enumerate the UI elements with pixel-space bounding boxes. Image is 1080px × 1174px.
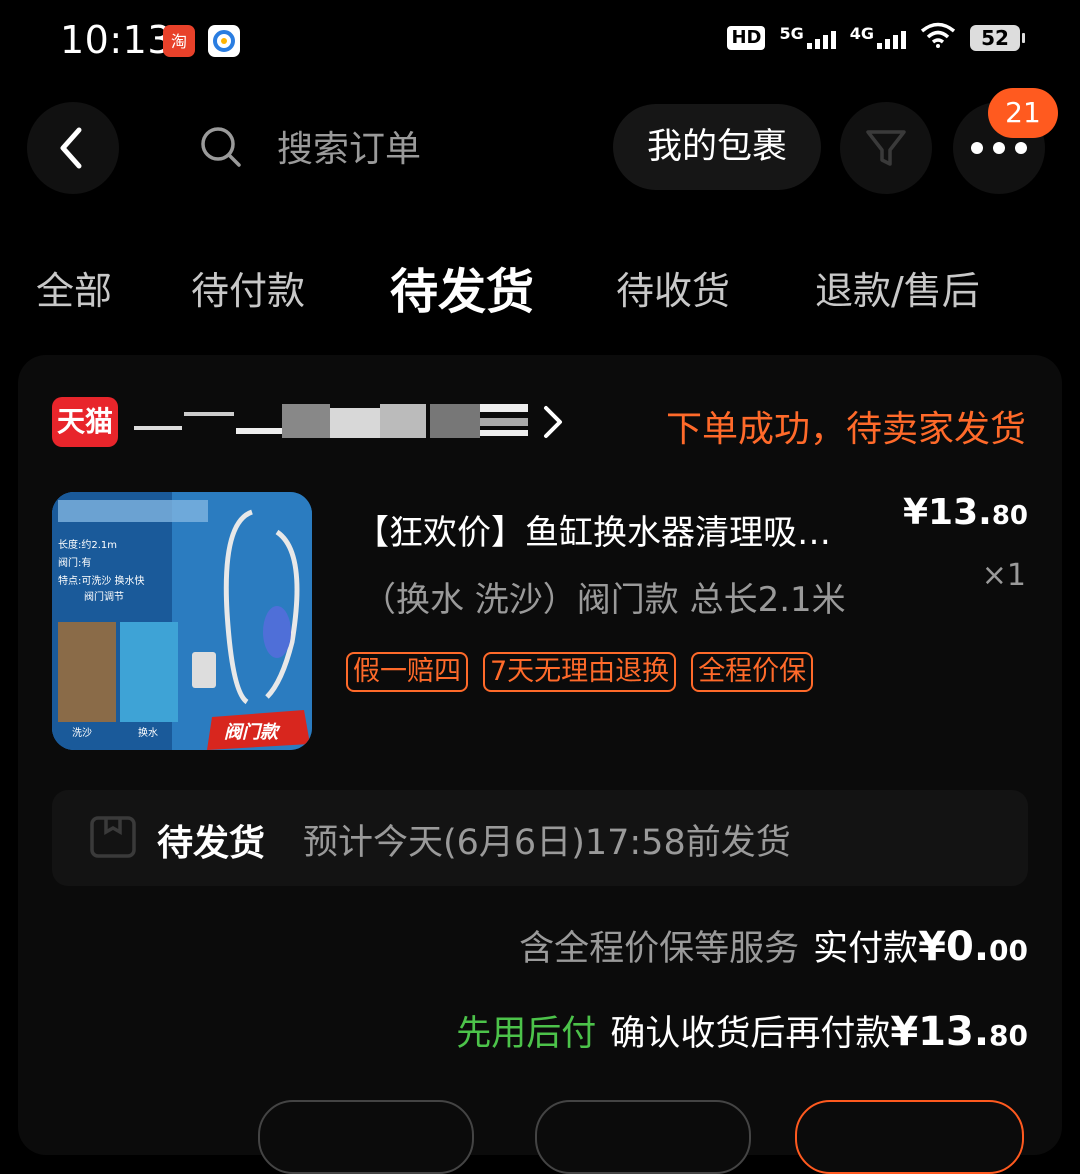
net1-label: 5G <box>779 23 804 43</box>
my-packages-button[interactable]: 我的包裹 <box>613 104 821 190</box>
service-tags: 假一赔四 7天无理由退换 全程价保 <box>346 652 814 692</box>
paid-main: ¥0. <box>918 924 990 970</box>
notification-badge: 21 <box>988 88 1058 138</box>
chevron-right-icon[interactable] <box>540 402 566 442</box>
battery-indicator: 52 <box>970 24 1025 51</box>
back-arrow-icon <box>60 127 82 169</box>
later-main: ¥13. <box>890 1009 990 1055</box>
price-cents: 80 <box>991 501 1028 531</box>
store-name-blurred[interactable] <box>132 400 532 442</box>
thumb-badge: 阀门款 <box>224 722 278 743</box>
service-note: 含全程价保等服务 <box>519 929 800 969</box>
tag-7day-return: 7天无理由退换 <box>483 652 677 692</box>
paid-cents: 00 <box>989 934 1028 967</box>
shipping-eta: 预计今天(6月6日)17:58前发货 <box>303 823 791 863</box>
tab-pending-payment[interactable]: 待付款 <box>191 260 305 315</box>
clock: 10:13 <box>60 18 173 62</box>
shipping-label: 待发货 <box>157 823 266 864</box>
product-qty: ×1 <box>981 558 1026 593</box>
tmall-badge: 天猫 <box>52 397 118 447</box>
price-main: ¥13. <box>902 492 992 533</box>
product-sku: （换水 洗沙）阀门款 总长2.1米 <box>362 580 846 620</box>
tab-pending-receipt[interactable]: 待收货 <box>616 260 730 315</box>
tag-fake-compensation: 假一赔四 <box>346 652 468 692</box>
pay-later-row: 先用后付 确认收货后再付款¥13.80 <box>456 1005 1028 1056</box>
pay-later-text: 确认收货后再付款 <box>610 1014 891 1054</box>
taobao-app-icon: 淘 <box>163 25 195 57</box>
thumb-change: 换水 <box>138 728 158 739</box>
svg-text:淘: 淘 <box>171 32 187 51</box>
pay-later-label: 先用后付 <box>456 1014 597 1054</box>
status-bar: 10:13 淘 HD 5G 4G 52 <box>0 0 1080 90</box>
product-price: ¥13.80 <box>903 492 1028 533</box>
back-button[interactable] <box>27 102 119 194</box>
thumb-feature: 特点:可洗沙 换水快 <box>58 576 145 587</box>
net2-label: 4G <box>849 23 874 43</box>
tab-all[interactable]: 全部 <box>36 260 112 315</box>
thumb-feature2: 阀门调节 <box>84 592 124 603</box>
payment-row: 含全程价保等服务 实付款¥0.00 <box>519 920 1028 971</box>
action-button-2[interactable] <box>535 1100 751 1174</box>
thumb-wash: 洗沙 <box>72 728 92 739</box>
signal-5g-icon: 5G <box>779 23 836 49</box>
action-button-1[interactable] <box>258 1100 474 1174</box>
app-notification-icon <box>208 25 240 57</box>
thumb-length: 长度:约2.1m <box>58 540 118 551</box>
order-status: 下单成功，待卖家发货 <box>665 409 1026 450</box>
paid-label: 实付款 <box>813 929 919 969</box>
paid-amount: ¥0.00 <box>918 924 1028 970</box>
tab-refund-aftersale[interactable]: 退款/售后 <box>815 260 980 315</box>
filter-icon <box>866 130 906 166</box>
search-icon <box>201 127 241 167</box>
order-tabs: 全部 待付款 待发货 待收货 退款/售后 <box>0 252 1080 322</box>
wifi-icon <box>920 22 956 53</box>
action-button-primary[interactable] <box>795 1100 1024 1174</box>
pay-later-amount: ¥13.80 <box>890 1009 1028 1055</box>
tab-pending-shipment[interactable]: 待发货 <box>390 252 534 322</box>
signal-4g-icon: 4G <box>849 23 906 49</box>
product-title[interactable]: 【狂欢价】鱼缸换水器清理吸… <box>355 505 915 554</box>
later-cents: 80 <box>989 1019 1028 1052</box>
hd-badge: HD <box>727 25 766 50</box>
thumb-valve: 阀门:有 <box>58 558 92 569</box>
package-box-icon <box>90 816 136 858</box>
product-thumbnail[interactable]: 长度:约2.1m 阀门:有 特点:可洗沙 换水快 阀门调节 洗沙 换水 阀门款 <box>52 492 312 750</box>
filter-button[interactable] <box>840 102 932 194</box>
tag-price-protection: 全程价保 <box>691 652 814 692</box>
